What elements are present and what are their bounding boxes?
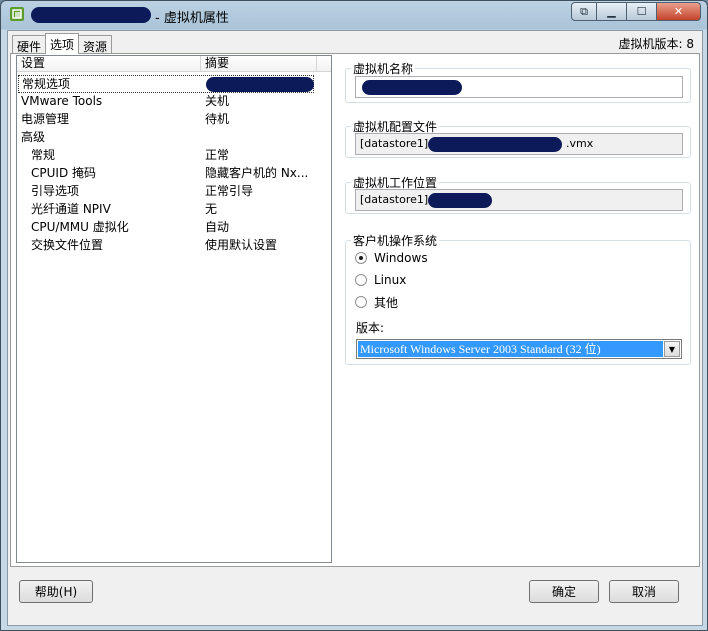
redacted-vm-name <box>31 7 151 23</box>
config-file-extension: .vmx <box>566 137 594 150</box>
list-item-label: VMware Tools <box>21 94 103 108</box>
tab-resources[interactable]: 资源 <box>78 35 113 54</box>
settings-list[interactable]: 设置 摘要 常规选项 VMware Tools 关机 电源管理 待机 高级 常规… <box>16 55 332 563</box>
list-item-summary: 关机 <box>205 94 230 108</box>
radio-button[interactable] <box>355 296 367 308</box>
list-item-summary: 自动 <box>205 220 230 234</box>
list-item-cpuid-mask[interactable]: CPUID 掩码 隐藏客户机的 Nx... <box>18 165 314 183</box>
vm-properties-window: - 虚拟机属性 ⧉ ▁ ☐ ✕ 硬件 选项 资源 虚拟机版本: 8 设置 摘要 … <box>0 0 708 631</box>
list-item-label: 光纤通道 NPIV <box>31 202 111 216</box>
list-item-summary: 使用默认设置 <box>205 238 278 252</box>
restore-button[interactable]: ⧉ <box>571 2 597 21</box>
radio-button-checked[interactable] <box>355 252 367 264</box>
list-item-label: CPU/MMU 虚拟化 <box>31 220 129 234</box>
vm-name-legend: 虚拟机名称 <box>353 62 414 76</box>
dialog-client-area: 硬件 选项 资源 虚拟机版本: 8 设置 摘要 常规选项 VMware Tool… <box>7 30 703 626</box>
list-item-label: 引导选项 <box>31 184 80 198</box>
list-item-general[interactable]: 常规 正常 <box>18 147 314 165</box>
redacted-summary <box>206 77 314 92</box>
vm-config-file-field: [datastore1] .vmx <box>355 133 683 155</box>
os-option-other[interactable]: 其他 <box>355 294 398 310</box>
tab-options[interactable]: 选项 <box>45 33 80 54</box>
vm-name-input[interactable] <box>355 76 683 98</box>
maximize-icon: ☐ <box>636 5 647 18</box>
column-header-summary[interactable]: 摘要 <box>201 56 317 72</box>
list-item-boot-options[interactable]: 引导选项 正常引导 <box>18 183 314 201</box>
close-button[interactable]: ✕ <box>657 2 701 21</box>
list-item-summary: 待机 <box>205 112 230 126</box>
column-header-settings[interactable]: 设置 <box>17 56 201 72</box>
list-item-summary: 正常引导 <box>205 184 254 198</box>
os-option-windows[interactable]: Windows <box>355 250 428 266</box>
list-item-cpu-mmu-virtualization[interactable]: CPU/MMU 虚拟化 自动 <box>18 219 314 237</box>
vm-work-location-field: [datastore1] <box>355 189 683 211</box>
cancel-button[interactable]: 取消 <box>609 580 679 603</box>
os-option-linux[interactable]: Linux <box>355 272 406 288</box>
os-option-label: 其他 <box>374 295 399 310</box>
list-item-general-options[interactable]: 常规选项 <box>18 75 314 93</box>
list-item-label: CPUID 掩码 <box>31 166 96 180</box>
os-option-label: Windows <box>374 251 428 265</box>
os-option-label: Linux <box>374 273 407 287</box>
list-item-fibre-channel-npiv[interactable]: 光纤通道 NPIV 无 <box>18 201 314 219</box>
restore-icon: ⧉ <box>580 4 588 18</box>
guest-os-legend: 客户机操作系统 <box>353 234 438 248</box>
list-header: 设置 摘要 <box>17 56 331 72</box>
list-item-power-management[interactable]: 电源管理 待机 <box>18 111 314 129</box>
guest-os-version-value: Microsoft Windows Server 2003 Standard (… <box>358 341 663 357</box>
tab-hardware[interactable]: 硬件 <box>12 35 47 54</box>
list-item-label: 常规 <box>31 148 56 162</box>
radio-button[interactable] <box>355 274 367 286</box>
minimize-button[interactable]: ▁ <box>597 2 627 21</box>
list-item-label: 常规选项 <box>22 77 71 91</box>
vm-version-label: 虚拟机版本: 8 <box>618 37 695 51</box>
config-datastore-prefix: [datastore1] <box>360 137 429 150</box>
minimize-icon: ▁ <box>607 5 616 18</box>
list-item-swapfile-location[interactable]: 交换文件位置 使用默认设置 <box>18 237 314 255</box>
redacted-config-path <box>428 137 562 152</box>
window-title: - 虚拟机属性 <box>155 11 229 26</box>
list-item-summary: 无 <box>205 202 218 216</box>
guest-os-version-dropdown[interactable]: Microsoft Windows Server 2003 Standard (… <box>356 339 682 359</box>
list-item-label: 高级 <box>21 130 46 144</box>
version-label: 版本: <box>356 321 385 335</box>
title-bar[interactable]: - 虚拟机属性 ⧉ ▁ ☐ ✕ <box>1 1 707 29</box>
work-datastore-prefix: [datastore1] <box>360 193 429 206</box>
dropdown-arrow-button[interactable]: ▼ <box>664 341 680 357</box>
list-item-label: 电源管理 <box>21 112 70 126</box>
list-item-summary: 正常 <box>205 148 230 162</box>
ok-button[interactable]: 确定 <box>529 580 599 603</box>
maximize-button[interactable]: ☐ <box>627 2 657 21</box>
list-item-advanced[interactable]: 高级 <box>18 129 314 147</box>
list-item-label: 交换文件位置 <box>31 238 104 252</box>
help-button[interactable]: 帮助(H) <box>19 580 93 603</box>
tab-strip: 硬件 选项 资源 <box>12 33 113 54</box>
vsphere-app-icon <box>10 7 24 21</box>
redacted-vm-name-value <box>362 80 462 95</box>
options-tab-panel: 设置 摘要 常规选项 VMware Tools 关机 电源管理 待机 高级 常规… <box>10 53 700 567</box>
redacted-work-path <box>428 193 492 208</box>
close-icon: ✕ <box>673 5 684 18</box>
list-item-vmware-tools[interactable]: VMware Tools 关机 <box>18 93 314 111</box>
list-item-summary: 隐藏客户机的 Nx... <box>205 166 309 180</box>
chevron-down-icon: ▼ <box>668 344 676 354</box>
